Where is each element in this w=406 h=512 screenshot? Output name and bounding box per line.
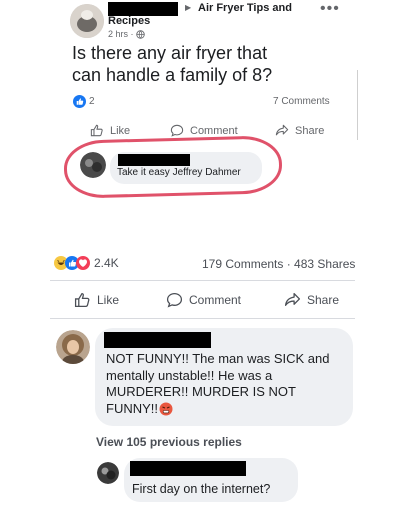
like-button[interactable]: Like (74, 292, 119, 308)
like-label: Like (97, 293, 120, 307)
commenter-avatar-image (56, 330, 90, 364)
reply-avatar-2[interactable] (97, 462, 119, 484)
crop-edge-line (357, 70, 358, 140)
like-reaction-icon (73, 95, 86, 108)
reaction-icons[interactable]: 2.4K (54, 256, 119, 270)
highlight-circle (63, 135, 283, 199)
shared-comment-button[interactable]: Comment (170, 124, 238, 137)
thumbs-up-icon-main (74, 292, 90, 308)
comment-label: Comment (189, 293, 242, 307)
comment-icon-main (166, 292, 183, 308)
shared-comments-count[interactable]: 7 Comments (273, 96, 330, 107)
group-avatar[interactable] (70, 4, 104, 38)
comment-icon (170, 124, 184, 137)
share-icon-main (284, 292, 301, 306)
post-time: 2 hrs · (108, 29, 134, 39)
group-avatar-image (70, 4, 104, 38)
shared-arrow-icon: ▶ (185, 3, 192, 12)
comment-button[interactable]: Comment (166, 292, 241, 308)
thumbs-up-icon (90, 124, 103, 137)
redacted-commenter-name (104, 332, 211, 348)
comment-line-4: FUNNY!! (106, 400, 158, 416)
love-reaction-icon (76, 256, 90, 270)
shared-reactions[interactable]: 2 (73, 95, 95, 108)
shared-like-label: Like (110, 124, 131, 137)
redacted-reply-name-2 (130, 461, 246, 476)
post-reaction-count: 2.4K (94, 256, 119, 270)
shared-reaction-count: 2 (89, 96, 95, 107)
redacted-name (108, 2, 178, 16)
post-question: Is there any air fryer that can handle a… (72, 43, 273, 85)
group-name[interactable]: Air Fryer Tips and (198, 2, 292, 14)
comment-text: NOT FUNNY!! The man was SICK and mentall… (106, 351, 350, 417)
reply-text-2: First day on the internet? (132, 482, 271, 496)
shared-share-button[interactable]: Share (275, 124, 324, 137)
shared-comment-label: Comment (190, 124, 238, 137)
commenter-avatar[interactable] (56, 330, 90, 364)
share-icon (275, 124, 289, 136)
comment-line-3: MURDERER!! MURDER IS NOT (106, 384, 296, 399)
globe-icon (135, 29, 145, 39)
more-options-icon[interactable]: ••• (320, 0, 340, 18)
share-label: Share (307, 293, 340, 307)
shared-like-button[interactable]: Like (90, 124, 130, 137)
comment-line-2: mentally unstable!! He was a (106, 367, 273, 383)
post-comments-shares[interactable]: 179 Comments · 483 Shares (202, 257, 355, 271)
comment-line-1: NOT FUNNY!! The man was SICK and (106, 351, 330, 366)
group-name-line2[interactable]: Recipes (108, 15, 150, 27)
post-meta: 2 hrs · (108, 29, 145, 39)
view-previous-replies[interactable]: View 105 previous replies (96, 435, 242, 449)
footer-divider-bottom (50, 318, 355, 319)
footer-divider-top (50, 280, 355, 281)
reply-avatar-2-image (97, 462, 119, 484)
share-button[interactable]: Share (284, 292, 339, 308)
shared-share-label: Share (295, 124, 325, 137)
angry-face-icon (159, 402, 173, 416)
